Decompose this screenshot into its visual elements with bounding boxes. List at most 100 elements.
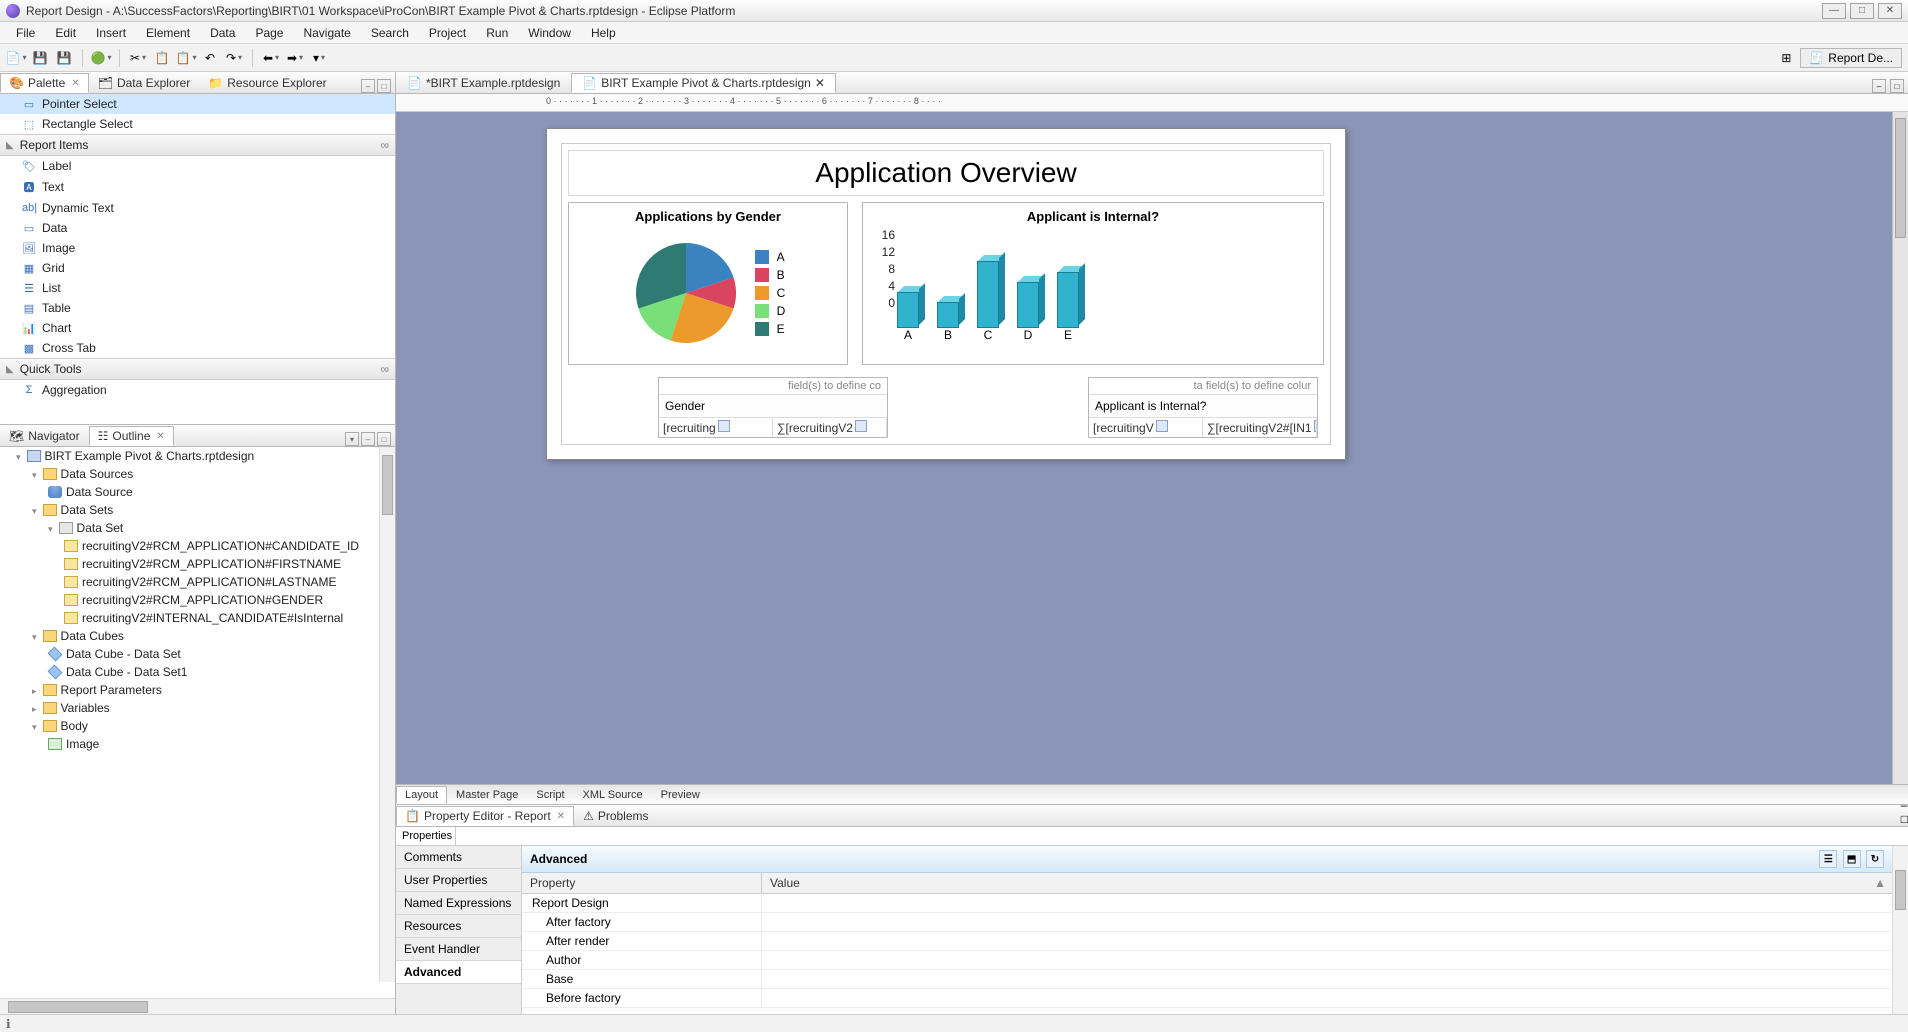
tab-layout[interactable]: Layout — [396, 786, 447, 804]
tab-navigator[interactable]: 🗺 Navigator — [0, 426, 89, 446]
prop-row-author[interactable]: Author — [522, 951, 1892, 970]
grid-tool-3[interactable]: ↻ — [1866, 850, 1884, 868]
minimize-button[interactable]: — — [1822, 3, 1846, 19]
pivot-column-header[interactable]: Applicant is Internal? — [1089, 395, 1317, 418]
menu-insert[interactable]: Insert — [86, 26, 136, 40]
menu-element[interactable]: Element — [136, 26, 200, 40]
run-button[interactable]: 🟢 — [91, 48, 111, 68]
maximize-button[interactable]: □ — [1850, 3, 1874, 19]
expr-icon[interactable] — [1156, 420, 1168, 432]
property-vscrollbar[interactable] — [1892, 846, 1908, 1014]
node-variables[interactable]: Variables — [61, 701, 110, 715]
pivot-internal[interactable]: ta field(s) to define colur Applicant is… — [1088, 377, 1318, 438]
view-maximize-button[interactable]: □ — [377, 432, 391, 446]
column-item[interactable]: recruitingV2#RCM_APPLICATION#CANDIDATE_I… — [82, 539, 359, 553]
prop-row-before-factory[interactable]: Before factory — [522, 989, 1892, 1008]
tool-pointer-select[interactable]: ▭ Pointer Select — [0, 94, 395, 114]
palette-report-items-header[interactable]: ◣ Report Items ∞ — [0, 134, 395, 156]
body-image-item[interactable]: Image — [66, 737, 99, 751]
open-perspective-button[interactable]: ⊞ — [1776, 48, 1796, 68]
chart-pie-box[interactable]: Applications by Gender ABCDE — [568, 202, 848, 365]
back-button[interactable]: ⬅ — [261, 48, 281, 68]
cat-advanced[interactable]: Advanced — [396, 961, 521, 984]
canvas-vscrollbar[interactable] — [1892, 112, 1908, 784]
column-item[interactable]: recruitingV2#RCM_APPLICATION#FIRSTNAME — [82, 557, 341, 571]
prop-row-report-design[interactable]: Report Design — [522, 894, 1892, 913]
forward-button[interactable]: ➡ — [285, 48, 305, 68]
item-label[interactable]: 🏷Label — [0, 156, 395, 176]
tab-palette[interactable]: 🎨 Palette ✕ — [0, 73, 89, 93]
perspective-button[interactable]: 🧾 Report De... — [1800, 48, 1902, 68]
pivot-column-header[interactable]: Gender — [659, 395, 887, 418]
paste-button[interactable]: 📋 — [176, 48, 196, 68]
prop-row-base[interactable]: Base — [522, 970, 1892, 989]
menu-project[interactable]: Project — [419, 26, 476, 40]
node-data-source[interactable]: Data Source — [66, 485, 133, 499]
column-item[interactable]: recruitingV2#RCM_APPLICATION#LASTNAME — [82, 575, 337, 589]
view-minimize-button[interactable]: – — [361, 79, 375, 93]
editor-tab-2[interactable]: 📄 BIRT Example Pivot & Charts.rptdesign … — [571, 73, 836, 93]
properties-subtab[interactable]: Properties — [396, 827, 456, 845]
node-report-params[interactable]: Report Parameters — [61, 683, 162, 697]
cat-named-expressions[interactable]: Named Expressions — [396, 892, 521, 915]
item-data[interactable]: ▭Data — [0, 218, 395, 238]
editor-maximize-button[interactable]: □ — [1890, 79, 1904, 93]
node-body[interactable]: Body — [61, 719, 88, 733]
item-crosstab[interactable]: ▩Cross Tab — [0, 338, 395, 358]
prop-row-after-factory[interactable]: After factory — [522, 913, 1892, 932]
pin-icon[interactable]: ∞ — [380, 362, 389, 376]
menu-window[interactable]: Window — [518, 26, 581, 40]
cat-comments[interactable]: Comments — [396, 846, 521, 869]
tab-property-editor[interactable]: 📋 Property Editor - Report ✕ — [396, 806, 574, 826]
close-icon[interactable]: ✕ — [815, 76, 825, 90]
item-list[interactable]: ☰List — [0, 278, 395, 298]
tab-xml-source[interactable]: XML Source — [574, 786, 652, 804]
menu-file[interactable]: File — [6, 26, 45, 40]
column-item[interactable]: recruitingV2#RCM_APPLICATION#GENDER — [82, 593, 323, 607]
copy-button[interactable]: 📋 — [152, 48, 172, 68]
expr-icon[interactable] — [1314, 420, 1317, 432]
redo-button[interactable]: ↷ — [224, 48, 244, 68]
col-property[interactable]: Property — [522, 873, 762, 893]
outline-vscrollbar[interactable] — [379, 447, 395, 982]
menu-data[interactable]: Data — [200, 26, 245, 40]
cut-button[interactable]: ✂ — [128, 48, 148, 68]
pivot-gender[interactable]: field(s) to define co Gender [recruiting… — [658, 377, 888, 438]
col-value[interactable]: Value — [762, 873, 808, 893]
editor-minimize-button[interactable]: – — [1872, 79, 1886, 93]
grid-tool-1[interactable]: ☰ — [1819, 850, 1837, 868]
report-title[interactable]: Application Overview — [568, 150, 1324, 196]
node-data-sources[interactable]: Data Sources — [61, 467, 134, 481]
save-button[interactable]: 💾 — [30, 48, 50, 68]
item-grid[interactable]: ▦Grid — [0, 258, 395, 278]
node-data-set[interactable]: Data Set — [77, 521, 124, 535]
view-maximize-button[interactable]: □ — [377, 79, 391, 93]
outline-root[interactable]: BIRT Example Pivot & Charts.rptdesign — [45, 449, 255, 463]
prop-row-after-render[interactable]: After render — [522, 932, 1892, 951]
expr-icon[interactable] — [855, 420, 867, 432]
chart-bar-box[interactable]: Applicant is Internal? 1612840 ABCDE — [862, 202, 1324, 365]
drop-button[interactable]: ▾ — [309, 48, 329, 68]
view-minimize-button[interactable]: – — [1901, 798, 1908, 812]
tab-problems[interactable]: ⚠ Problems — [574, 806, 657, 826]
view-maximize-button[interactable]: □ — [1901, 812, 1908, 826]
close-button[interactable]: ✕ — [1878, 3, 1902, 19]
outline-tree[interactable]: BIRT Example Pivot & Charts.rptdesign Da… — [0, 447, 395, 998]
tab-outline[interactable]: ☷ Outline ✕ — [89, 426, 174, 446]
menu-search[interactable]: Search — [361, 26, 419, 40]
palette-quick-tools-header[interactable]: ◣ Quick Tools ∞ — [0, 358, 395, 380]
item-text[interactable]: 🅰Text — [0, 176, 395, 198]
tab-resource-explorer[interactable]: 📁 Resource Explorer — [199, 73, 335, 93]
tab-script[interactable]: Script — [527, 786, 573, 804]
tool-rectangle-select[interactable]: ⬚ Rectangle Select — [0, 114, 395, 134]
save-all-button[interactable]: 💾 — [54, 48, 74, 68]
menu-navigate[interactable]: Navigate — [293, 26, 360, 40]
view-minimize-button[interactable]: – — [361, 432, 375, 446]
undo-button[interactable]: ↶ — [200, 48, 220, 68]
pin-icon[interactable]: ∞ — [380, 138, 389, 152]
menu-help[interactable]: Help — [581, 26, 626, 40]
tab-data-explorer[interactable]: 🗂 Data Explorer — [89, 73, 200, 93]
close-icon[interactable]: ✕ — [71, 78, 79, 89]
cube-item[interactable]: Data Cube - Data Set1 — [66, 665, 187, 679]
outline-hscrollbar[interactable] — [0, 998, 395, 1014]
